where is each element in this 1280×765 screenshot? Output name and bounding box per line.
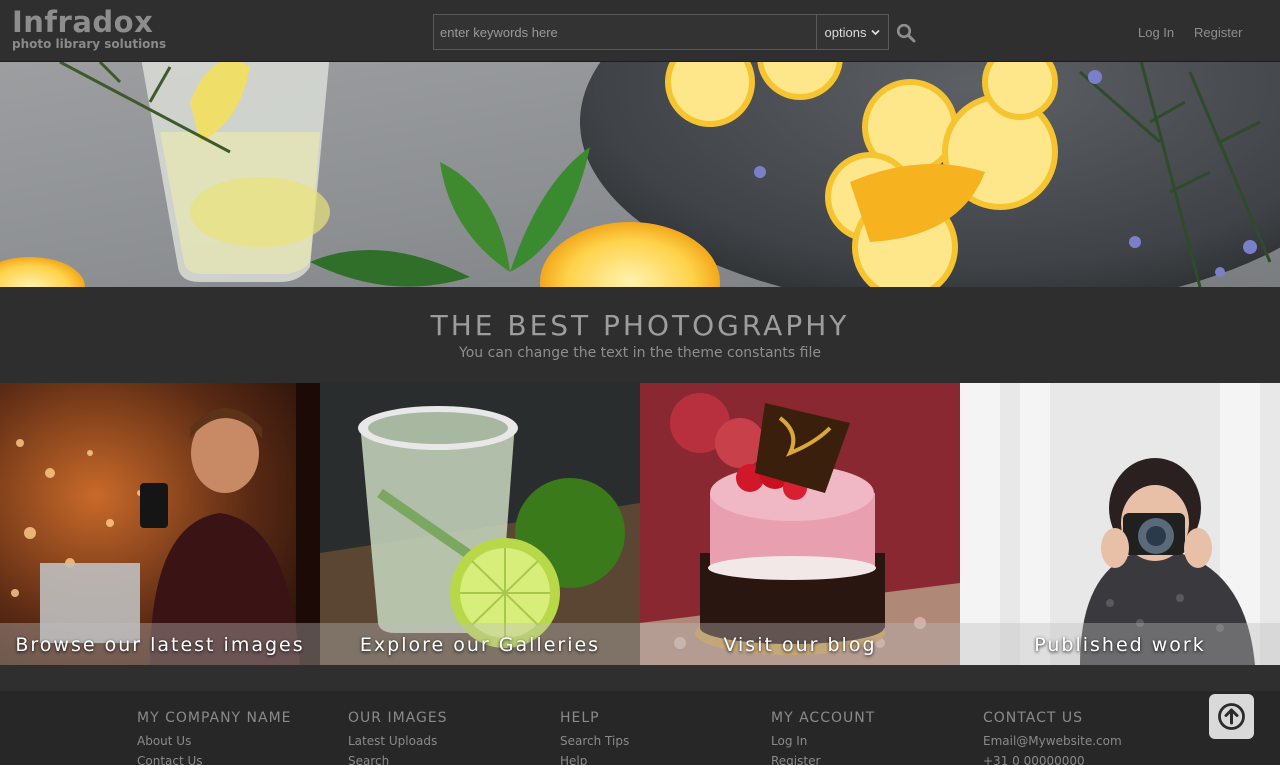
footer-link-search-tips[interactable]: Search Tips — [560, 731, 629, 751]
footer-heading: OUR IMAGES — [348, 710, 448, 726]
arrow-up-circle-icon — [1218, 703, 1245, 730]
footer-heading: MY ACCOUNT — [771, 710, 876, 726]
page-subtitle: You can change the text in the theme con… — [459, 345, 821, 361]
logo[interactable]: Infradox photo library solutions — [12, 6, 166, 51]
footer-link-search[interactable]: Search — [348, 751, 448, 765]
footer-link-about-us[interactable]: About Us — [137, 731, 292, 751]
register-link[interactable]: Register — [1194, 25, 1242, 40]
tile-label: Published work — [1034, 634, 1206, 656]
footer-link-help[interactable]: Help — [560, 751, 629, 765]
footer-spacer — [0, 665, 1280, 691]
chevron-down-icon — [871, 29, 881, 35]
footer-link-latest-uploads[interactable]: Latest Uploads — [348, 731, 448, 751]
search-input[interactable] — [434, 15, 816, 49]
footer-link-phone[interactable]: +31 0 00000000 — [983, 751, 1122, 765]
page-title: THE BEST PHOTOGRAPHY — [430, 309, 850, 342]
footer-column-account: MY ACCOUNT Log In Register — [771, 710, 875, 765]
footer-link-register[interactable]: Register — [771, 751, 875, 765]
footer-link-login[interactable]: Log In — [771, 731, 875, 751]
logo-tagline: photo library solutions — [12, 37, 167, 51]
options-label: options — [824, 24, 867, 40]
footer-heading: MY COMPANY NAME — [137, 710, 292, 726]
back-to-top-button[interactable] — [1209, 694, 1254, 739]
page: Infradox photo library solutions options… — [0, 0, 1280, 765]
tile-published-work[interactable]: Published work — [960, 383, 1280, 665]
tile-blog[interactable]: Visit our blog — [640, 383, 960, 665]
search-icon[interactable] — [896, 23, 916, 43]
logo-name: Infradox — [12, 5, 154, 39]
footer-link-email[interactable]: Email@Mywebsite.com — [983, 731, 1122, 751]
options-dropdown[interactable]: options — [816, 15, 888, 49]
tile-label: Explore our Galleries — [359, 634, 601, 656]
footer-heading: CONTACT US — [983, 710, 1083, 726]
footer-heading: HELP — [560, 710, 600, 726]
footer-column-company: MY COMPANY NAME About Us Contact Us — [137, 710, 292, 765]
login-link[interactable]: Log In — [1138, 25, 1174, 40]
tile-label: Visit our blog — [723, 634, 877, 656]
footer: MY COMPANY NAME About Us Contact Us OUR … — [0, 691, 1280, 765]
footer-column-images: OUR IMAGES Latest Uploads Search — [348, 710, 448, 765]
tile-galleries[interactable]: Explore our Galleries — [320, 383, 640, 665]
search-bar: options — [433, 14, 889, 50]
header: Infradox photo library solutions options… — [0, 0, 1280, 62]
feature-tiles: Browse our latest images Explore our Gal… — [0, 383, 1280, 665]
tile-label: Browse our latest images — [15, 634, 305, 656]
hero-image — [0, 62, 1280, 287]
hero-banner — [0, 62, 1280, 287]
tile-latest-images[interactable]: Browse our latest images — [0, 383, 320, 665]
footer-column-contact: CONTACT US Email@Mywebsite.com +31 0 000… — [983, 710, 1122, 765]
footer-link-contact-us[interactable]: Contact Us — [137, 751, 292, 765]
footer-column-help: HELP Search Tips Help — [560, 710, 629, 765]
intro-band: THE BEST PHOTOGRAPHY You can change the … — [0, 287, 1280, 383]
